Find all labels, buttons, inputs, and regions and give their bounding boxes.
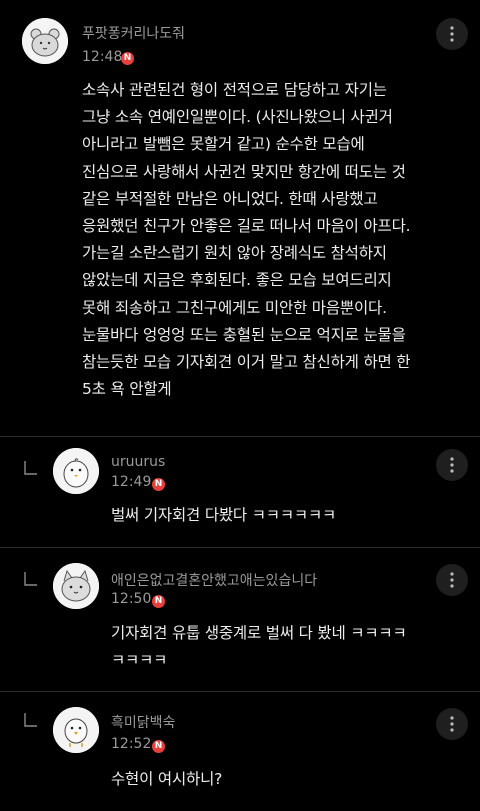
avatar-chick[interactable] — [53, 448, 99, 494]
comment-author[interactable]: 흑미닭백숙 — [111, 712, 175, 732]
more-options-button[interactable] — [436, 564, 468, 596]
comment-text: 벌써 기자회견 다봤다 ㅋㅋㅋㅋㅋㅋ — [111, 506, 337, 524]
comment-author[interactable]: 푸팟퐁커리나도줘 — [82, 23, 185, 43]
comment-time: 12:48 — [82, 49, 123, 65]
more-options-button[interactable] — [436, 449, 468, 481]
new-badge-icon: N — [152, 478, 165, 491]
comment-author[interactable]: 애인은없고결혼안했고애는있습니다 — [111, 570, 317, 590]
cat-avatar-icon — [53, 563, 99, 609]
reply-arrow-icon — [24, 713, 37, 727]
comment-time: 12:52 — [111, 736, 152, 752]
comment-text: 소속사 관련된건 형이 전적으로 담당하고 자기는 그냥 소속 연예인일뿐이다.… — [82, 81, 411, 399]
chick-avatar-icon — [53, 448, 99, 494]
more-vertical-icon — [450, 457, 454, 473]
avatar-cat[interactable] — [53, 563, 99, 609]
more-vertical-icon — [450, 716, 454, 732]
new-badge-icon: N — [152, 740, 165, 753]
more-options-button[interactable] — [436, 18, 468, 50]
comment-author[interactable]: uruurus — [111, 454, 165, 470]
new-badge-icon: N — [121, 52, 134, 65]
avatar-bird[interactable] — [53, 707, 99, 753]
comment-time: 12:50 — [111, 591, 152, 607]
avatar-bear[interactable] — [22, 18, 68, 64]
more-vertical-icon — [450, 26, 454, 42]
new-badge-icon: N — [152, 595, 165, 608]
bear-avatar-icon — [22, 18, 68, 64]
comment-text: 기자회견 유툽 생중계로 벌써 다 봤네 ㅋㅋㅋㅋ ㅋㅋㅋㅋ — [111, 624, 407, 670]
more-options-button[interactable] — [436, 708, 468, 740]
divider — [0, 691, 480, 692]
comment-text: 수현이 여시하니? — [111, 770, 223, 788]
divider — [0, 436, 480, 437]
bird-avatar-icon — [53, 707, 99, 753]
more-vertical-icon — [450, 572, 454, 588]
reply-arrow-icon — [24, 461, 37, 475]
divider — [0, 547, 480, 548]
reply-arrow-icon — [24, 572, 37, 586]
comment-time: 12:49 — [111, 474, 152, 490]
